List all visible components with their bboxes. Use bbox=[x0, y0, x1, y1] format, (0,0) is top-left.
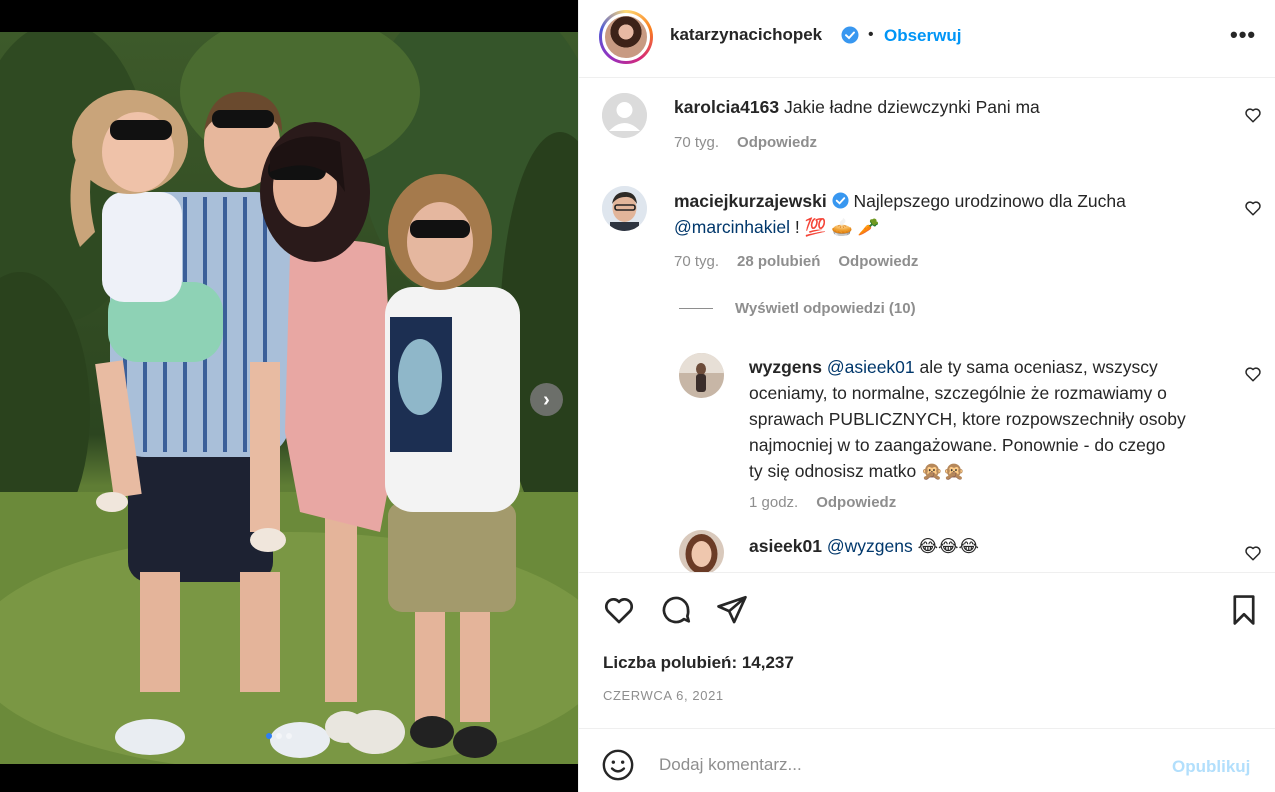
comment-text: najmocniej w to zaangażowane. Ponownie -… bbox=[749, 435, 1166, 455]
reply-button[interactable]: Odpowiedz bbox=[838, 253, 918, 270]
mention-link[interactable]: @marcinhakiel bbox=[674, 217, 790, 237]
avatar[interactable] bbox=[679, 530, 724, 572]
heart-icon[interactable] bbox=[1244, 544, 1262, 562]
verified-badge-icon bbox=[841, 26, 859, 44]
smiley-icon[interactable] bbox=[601, 748, 635, 782]
comment-text: ale ty sama oceniasz, wszyscy bbox=[914, 357, 1158, 377]
comment-username[interactable]: karolcia4163 bbox=[674, 97, 779, 117]
heart-icon[interactable] bbox=[1244, 106, 1262, 124]
publish-button[interactable]: Opublikuj bbox=[1172, 757, 1250, 777]
avatar[interactable] bbox=[602, 93, 647, 138]
comment-text: sprawach PUBLICZNYCH, ktore rozpowszechn… bbox=[749, 409, 1186, 429]
separator-dot: • bbox=[868, 26, 874, 43]
reply-button[interactable]: Odpowiedz bbox=[816, 494, 896, 511]
comments-list: karolcia4163 Jakie ładne dziewczynki Pan… bbox=[579, 79, 1275, 572]
family-photo bbox=[0, 32, 578, 764]
author-avatar[interactable] bbox=[599, 10, 653, 64]
follow-button[interactable]: Obserwuj bbox=[884, 26, 961, 46]
comment-input[interactable] bbox=[659, 751, 1139, 779]
next-photo-button[interactable]: › bbox=[530, 383, 563, 416]
carousel-dot bbox=[286, 733, 292, 739]
comment-time[interactable]: 70 tyg. bbox=[674, 134, 719, 151]
comment-bubble-icon[interactable] bbox=[659, 593, 693, 627]
comment-text: Najlepszego urodzinowo dla Zucha bbox=[853, 191, 1126, 211]
comment-username[interactable]: asieek01 bbox=[749, 536, 822, 556]
more-options-icon[interactable]: ••• bbox=[1230, 22, 1256, 48]
heart-icon[interactable] bbox=[1244, 199, 1262, 217]
post-date[interactable]: CZERWCA 6, 2021 bbox=[603, 688, 724, 703]
avatar[interactable] bbox=[602, 186, 647, 231]
comment-time[interactable]: 70 tyg. bbox=[674, 253, 719, 270]
comment-username[interactable]: wyzgens bbox=[749, 357, 822, 377]
avatar[interactable] bbox=[679, 353, 724, 398]
heart-icon[interactable] bbox=[602, 593, 636, 627]
view-replies-label: Wyświetl odpowiedzi (10) bbox=[735, 300, 916, 317]
user-photo-icon bbox=[679, 530, 724, 572]
post-actions: Liczba polubień: 14,237 CZERWCA 6, 2021 bbox=[579, 572, 1275, 728]
post-likes-count[interactable]: Liczba polubień: 14,237 bbox=[603, 653, 794, 673]
post-photo-panel: › bbox=[0, 0, 578, 792]
post-side-panel: katarzynacichopek • Obserwuj ••• karolci… bbox=[578, 0, 1275, 792]
comment-time[interactable]: 1 godz. bbox=[749, 494, 798, 511]
likes-count[interactable]: 28 polubień bbox=[737, 253, 820, 270]
verified-badge-icon bbox=[832, 192, 849, 209]
heart-icon[interactable] bbox=[1244, 365, 1262, 383]
user-photo-icon bbox=[602, 186, 647, 231]
chevron-right-icon: › bbox=[543, 388, 550, 411]
post-header: katarzynacichopek • Obserwuj ••• bbox=[579, 0, 1275, 78]
comment-text: oceniamy, to normalne, szczególnie że ro… bbox=[749, 383, 1167, 403]
paper-plane-icon[interactable] bbox=[715, 593, 749, 627]
comment-username[interactable]: maciejkurzajewski bbox=[674, 191, 827, 211]
comment-text-end: ! 💯 🥧 🥕 bbox=[790, 217, 880, 237]
carousel-indicator bbox=[266, 733, 292, 739]
carousel-dot bbox=[276, 733, 282, 739]
comment-text: Jakie ładne dziewczynki Pani ma bbox=[783, 97, 1040, 117]
reply-button[interactable]: Odpowiedz bbox=[737, 134, 817, 151]
comment-text: 😂😂😂 bbox=[912, 536, 979, 556]
mention-link[interactable]: @wyzgens bbox=[827, 536, 913, 556]
mention-link[interactable]: @asieek01 bbox=[827, 357, 915, 377]
bookmark-icon[interactable] bbox=[1227, 593, 1261, 627]
author-username[interactable]: katarzynacichopek bbox=[670, 25, 822, 45]
default-avatar-icon bbox=[602, 93, 647, 138]
comment-text: ty się odnosisz matko 🙊🙊 bbox=[749, 461, 965, 481]
carousel-dot-active bbox=[266, 733, 272, 739]
view-replies-button[interactable]: Wyświetl odpowiedzi (10) bbox=[679, 300, 916, 317]
divider-line bbox=[679, 308, 713, 309]
add-comment-bar: Opublikuj bbox=[579, 728, 1275, 792]
user-photo-icon bbox=[679, 353, 724, 398]
